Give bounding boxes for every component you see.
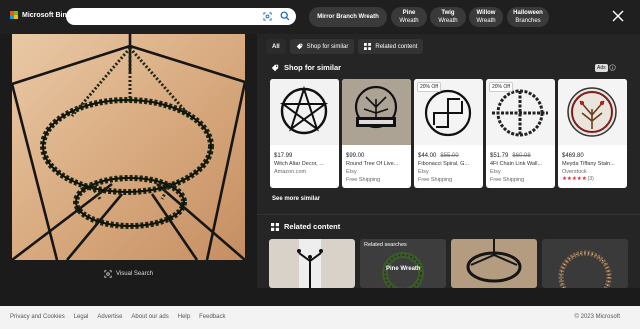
chip-label-2: Wreath [476,18,496,24]
ads-badge: Ads [595,64,608,72]
footer-link-help[interactable]: Help [178,314,190,320]
tab-related-content[interactable]: Related content [358,39,424,54]
discount-badge: 20% Off [417,82,441,92]
product-title: Witch Altar Decor, ... [274,161,324,167]
main-image[interactable] [12,34,245,260]
product-source: Etsy [346,169,357,175]
product-title: 4Ft Chain Link Wall... [490,161,543,167]
footer-link-advertise[interactable]: Advertise [97,314,122,320]
chip-pine-wreath[interactable]: Pine Wreath [391,7,427,27]
grid-icon [271,222,279,231]
product-title: Meyda Tiffany Stain... [562,161,615,167]
footer-link-privacy[interactable]: Privacy and Cookies [10,314,65,320]
microsoft-logo-icon [10,11,18,19]
related-image-wreath[interactable] [542,239,628,288]
tab-label: Related content [375,43,418,50]
related-image-chandelier[interactable] [451,239,537,288]
product-carousel: $17.99 Witch Altar Decor, ... Amazon.com… [270,79,627,188]
star-icon: ★★★★★ [562,176,587,182]
chip-mirror-branch-wreath[interactable]: Mirror Branch Wreath [309,7,387,27]
tab-label: All [272,43,280,50]
chip-label-2: Wreath [438,18,458,24]
shipping-label: Free Shipping [490,177,525,183]
bing-logo[interactable]: Microsoft Bing [10,11,71,19]
image-panel: Visual Search [0,34,257,288]
footer-links: Privacy and Cookies Legal Advertise Abou… [10,314,225,320]
product-image-tree-of-life [342,79,411,145]
search-icon[interactable] [280,11,290,21]
shop-title-text: Shop for similar [284,63,342,72]
chip-label: Twig [441,10,455,16]
product-title: Round Tree Of Live... [346,161,399,167]
old-price: $60.98 [512,153,531,159]
related-searches-label: Related searches [364,242,407,248]
related-searches-tile[interactable]: Related searches Pine Wreath [360,239,446,288]
tag-icon [271,64,279,71]
header-bar: Microsoft Bing Mirror Branch Wreath Pine… [0,0,640,34]
old-price: $55.00 [440,153,459,159]
price: $44.00 [418,153,437,159]
price: $469.80 [562,153,584,159]
visual-search-icon [104,270,112,278]
product-source: Etsy [490,169,501,175]
tab-shop-for-similar[interactable]: Shop for similar [289,39,355,54]
shop-section-title: Shop for similar [271,63,341,72]
chip-willow-wreath[interactable]: Willow Wreath [469,7,503,27]
footer-link-about-ads[interactable]: About our ads [131,314,168,320]
info-icon[interactable] [609,64,616,71]
footer: Privacy and Cookies Legal Advertise Abou… [0,306,640,329]
price: $17.99 [274,153,293,159]
footer-link-feedback[interactable]: Feedback [199,314,225,320]
chip-label: Pine [402,10,416,16]
chip-label-2: Wreath [399,18,419,24]
footer-link-legal[interactable]: Legal [74,314,89,320]
product-title: Fibonacci Spiral, G... [418,161,470,167]
close-icon[interactable] [611,9,625,23]
chip-label-2: Branches [515,18,541,24]
price: $99.00 [346,153,365,159]
rating-count: (3) [587,176,594,182]
divider [257,214,640,215]
search-input[interactable] [74,10,254,23]
chip-label: Mirror Branch Wreath [317,14,379,20]
visual-search-icon[interactable] [263,12,272,21]
product-source: Etsy [418,169,429,175]
product-source: Overstock [562,169,587,175]
results-panel: All Shop for similar Related content Sho… [257,34,640,288]
visual-search-label: Visual Search [116,271,153,277]
tab-all[interactable]: All [266,39,286,54]
copyright: © 2023 Microsoft [574,314,620,320]
product-card[interactable]: 20% Off $44.00 $55.00 Fibonacci Spiral, G… [414,79,483,188]
chip-halloween-branches[interactable]: Halloween Branches [507,7,549,27]
discount-badge: 20% Off [489,82,513,92]
rating: ★★★★★ (3) [562,176,623,182]
chip-label: Halloween [513,10,543,16]
chip-twig-wreath[interactable]: Twig Wreath [430,7,466,27]
visual-search-link[interactable]: Visual Search [104,270,153,278]
related-search-caption: Pine Wreath [386,266,421,272]
tab-bar: All Shop for similar Related content [266,39,424,54]
tab-label: Shop for similar [306,43,349,50]
related-section-title: Related content [271,222,340,231]
product-card[interactable]: 20% Off $51.79 $60.98 4Ft Chain Link Wall… [486,79,555,188]
tag-icon [296,43,302,50]
search-box[interactable] [66,8,296,25]
related-content-row: Related searches Pine Wreath [269,239,628,288]
shipping-label: Free Shipping [418,177,453,183]
product-card[interactable]: $99.00 Round Tree Of Live... Etsy Free S… [342,79,411,188]
logo-text: Microsoft Bing [22,11,71,19]
product-card[interactable]: $469.80 Meyda Tiffany Stain... Overstock… [558,79,627,188]
related-image-candelabra[interactable] [269,239,355,288]
grid-icon [364,43,372,50]
product-image-pentagram [270,79,339,145]
product-image-tiffany-stained [558,79,627,145]
product-card[interactable]: $17.99 Witch Altar Decor, ... Amazon.com [270,79,339,188]
price: $51.79 [490,153,509,159]
related-title-text: Related content [284,222,341,231]
product-source: Amazon.com [274,169,307,175]
see-more-similar-link[interactable]: See more similar [272,196,320,202]
chip-label: Willow [476,10,496,16]
shipping-label: Free Shipping [346,177,381,183]
